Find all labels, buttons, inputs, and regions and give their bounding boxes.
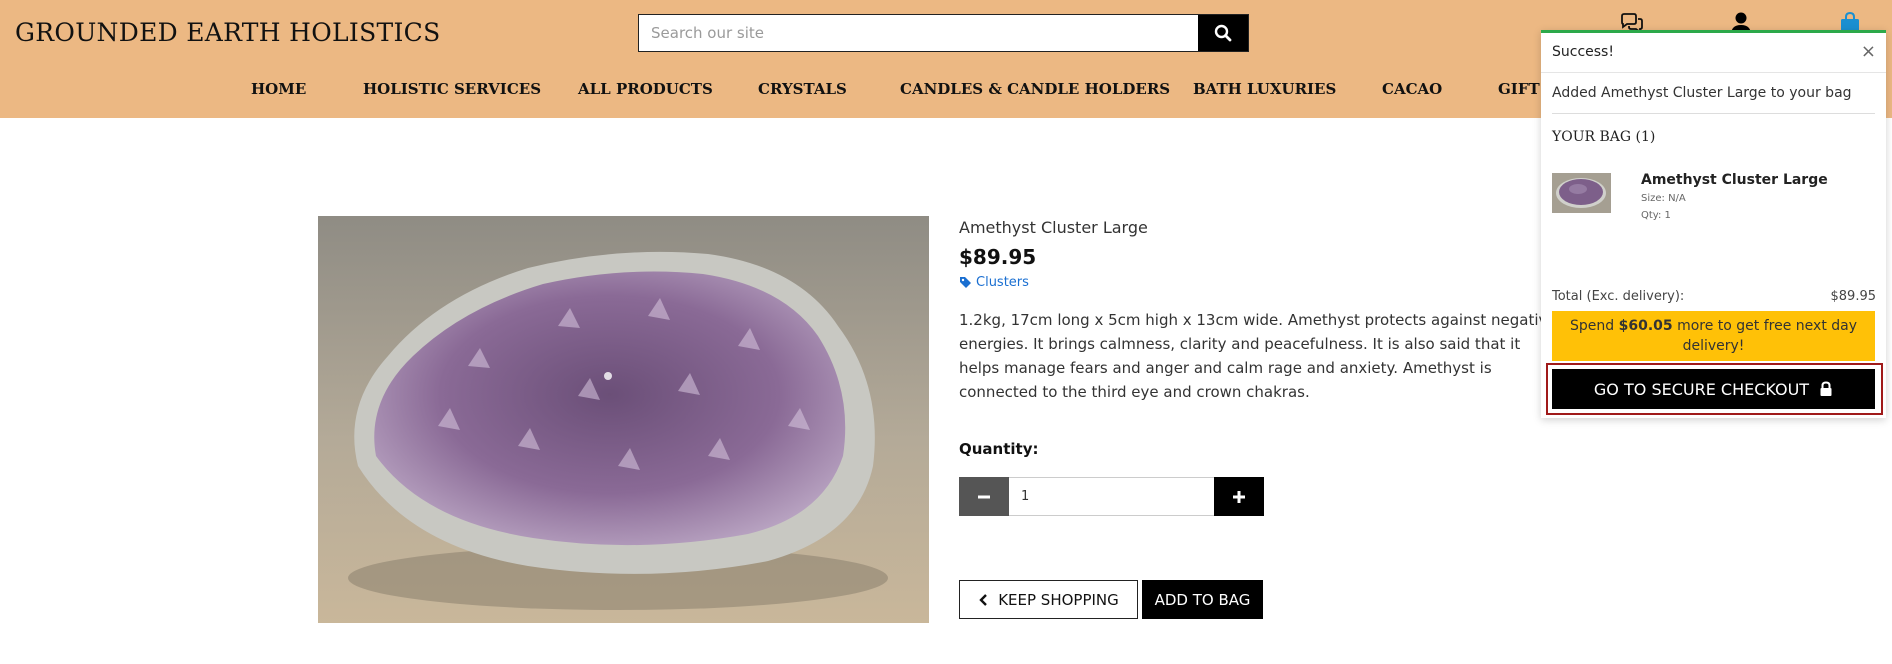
product-image [318, 216, 929, 623]
checkout-highlight: GO TO SECURE CHECKOUT [1546, 363, 1883, 415]
tag-icon [960, 277, 971, 288]
bag-item-size: Size: N/A [1641, 193, 1686, 204]
bag-title: YOUR BAG (1) [1552, 129, 1656, 145]
search-button[interactable] [1198, 15, 1248, 51]
product-price: $89.95 [959, 245, 1037, 269]
quantity-input[interactable] [1009, 477, 1214, 516]
add-to-bag-button[interactable]: ADD TO BAG [1142, 580, 1263, 619]
search-icon [1214, 24, 1232, 42]
toast-message: Added Amethyst Cluster Large to your bag [1552, 85, 1852, 101]
product-description: 1.2kg, 17cm long x 5cm high x 13cm wide.… [959, 311, 1557, 401]
checkout-label: GO TO SECURE CHECKOUT [1593, 379, 1810, 399]
quantity-label: Quantity: [959, 440, 1039, 458]
nav-item-bath-luxuries[interactable]: BATH LUXURIES [1193, 80, 1336, 98]
close-icon[interactable]: × [1861, 41, 1876, 62]
promo-suffix: more to get free next day delivery! [1672, 318, 1858, 354]
nav-item-cacao[interactable]: CACAO [1382, 80, 1442, 98]
search-input[interactable] [639, 15, 1198, 51]
product-category-link[interactable]: Clusters [959, 275, 1559, 290]
nav-item-home[interactable]: HOME [251, 80, 306, 98]
promo-amount: $60.05 [1618, 318, 1673, 334]
chevron-left-icon [979, 593, 988, 606]
total-value: $89.95 [1830, 289, 1877, 304]
bag-item-thumbnail [1552, 173, 1611, 213]
keep-shopping-label: KEEP SHOPPING [998, 590, 1119, 609]
plus-icon [1233, 490, 1245, 503]
increment-button[interactable] [1214, 477, 1264, 516]
nav-item-candles[interactable]: CANDLES & CANDLE HOLDERS [900, 80, 1170, 98]
lock-icon [1820, 381, 1832, 396]
product-details: Amethyst Cluster Large $89.95 Clusters 1… [959, 218, 1559, 404]
search-bar [638, 14, 1249, 52]
decrement-button[interactable] [959, 477, 1009, 516]
quantity-stepper [959, 477, 1264, 516]
total-label: Total (Exc. delivery): [1552, 289, 1685, 304]
minus-icon [978, 495, 990, 498]
brand-logo[interactable]: GROUNDED EARTH HOLISTICS [15, 18, 441, 47]
promo-prefix: Spend [1569, 318, 1619, 334]
nav-item-gift[interactable]: GIFT [1498, 80, 1540, 98]
divider [1552, 113, 1875, 114]
product-category: Clusters [976, 275, 1029, 290]
bag-item-name: Amethyst Cluster Large [1641, 172, 1828, 188]
bag-item-qty: Qty: 1 [1641, 210, 1671, 221]
nav-item-crystals[interactable]: CRYSTALS [758, 80, 847, 98]
success-toast: Success! × Added Amethyst Cluster Large … [1541, 30, 1886, 418]
toast-header: Success! × [1541, 33, 1886, 73]
nav-item-holistic-services[interactable]: HOLISTIC SERVICES [363, 80, 541, 98]
secure-checkout-button[interactable]: GO TO SECURE CHECKOUT [1552, 369, 1875, 409]
keep-shopping-button[interactable]: KEEP SHOPPING [959, 580, 1138, 619]
free-delivery-banner: Spend $60.05 more to get free next day d… [1552, 311, 1875, 361]
toast-title: Success! [1552, 44, 1614, 60]
product-name: Amethyst Cluster Large [959, 218, 1148, 237]
nav-item-all-products[interactable]: ALL PRODUCTS [578, 80, 713, 98]
